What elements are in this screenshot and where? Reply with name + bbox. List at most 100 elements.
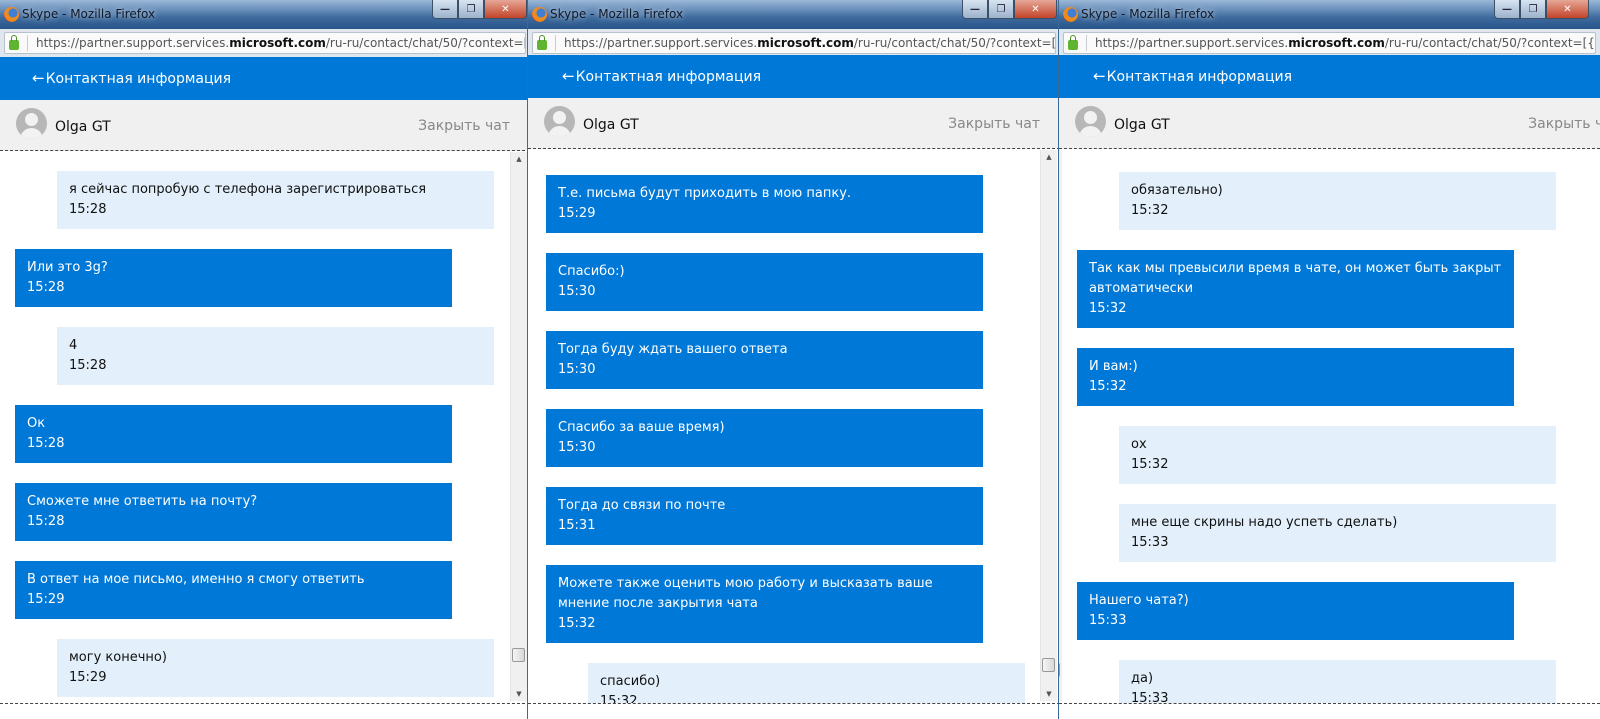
- chat-header: Olga GT Закрыть чат: [1059, 98, 1600, 149]
- message-timestamp: 15:29: [558, 206, 596, 221]
- back-label: Контактная информация: [45, 71, 232, 87]
- window-title: Skype - Mozilla Firefox: [550, 7, 684, 21]
- minimize-button[interactable]: —: [962, 0, 988, 19]
- message-timestamp: 15:28: [69, 358, 107, 373]
- minimize-button[interactable]: —: [1494, 0, 1520, 19]
- message-timestamp: 15:30: [558, 440, 596, 455]
- message-timestamp: 15:30: [558, 284, 596, 299]
- close-chat-button[interactable]: Закрыть чат: [948, 116, 1040, 132]
- close-chat-button[interactable]: Закрыть чат: [418, 118, 510, 134]
- window-controls: — ❐ ✕: [1494, 0, 1589, 19]
- url-text: https://partner.support.services.microso…: [36, 36, 525, 50]
- chat-scrollbar[interactable]: ▲ ▼: [1040, 150, 1057, 701]
- message-timestamp: 15:28: [27, 514, 65, 529]
- firefox-icon: [4, 7, 19, 22]
- scroll-up-arrow-icon[interactable]: ▲: [1041, 150, 1057, 164]
- url-suffix: /ru-ru/contact/chat/50/?context=[{"name"…: [325, 36, 525, 50]
- message-text: Так как мы превысили время в чате, он мо…: [1089, 261, 1502, 296]
- user-message: спасибо) 15:32: [588, 663, 1025, 703]
- message-timestamp: 15:28: [27, 436, 65, 451]
- title-bar[interactable]: Skype - Mozilla Firefox — ❐ ✕: [1059, 0, 1600, 29]
- agent-name: Olga GT: [583, 117, 639, 133]
- url-text: https://partner.support.services.microso…: [1095, 36, 1595, 50]
- message-timestamp: 15:32: [1089, 301, 1127, 316]
- title-bar[interactable]: Skype - Mozilla Firefox — ❐ ✕: [0, 0, 530, 29]
- minimize-button[interactable]: —: [432, 0, 458, 19]
- user-message: да) 15:33: [1119, 660, 1556, 703]
- lock-icon: [537, 34, 547, 50]
- url-separator: [555, 35, 556, 51]
- message-text: В ответ на мое письмо, именно я смогу от…: [27, 572, 365, 587]
- message-text: Сможете мне ответить на почту?: [27, 494, 258, 509]
- agent-avatar-icon: [1075, 106, 1106, 137]
- window-controls: — ❐ ✕: [962, 0, 1057, 19]
- firefox-icon: [1063, 7, 1078, 22]
- divider: [0, 703, 530, 704]
- close-window-button[interactable]: ✕: [1546, 0, 1589, 19]
- message-text: Спасибо:): [558, 264, 625, 279]
- user-message: мне еще скрины надо успеть сделать) 15:33: [1119, 504, 1556, 562]
- scroll-down-arrow-icon[interactable]: ▼: [1041, 687, 1057, 701]
- user-message: 4 15:28: [57, 327, 494, 385]
- message-text: Т.е. письма будут приходить в мою папку.: [558, 186, 852, 201]
- message-timestamp: 15:33: [1131, 691, 1169, 703]
- contact-info-header: ←Контактная информация: [0, 57, 530, 100]
- close-window-button[interactable]: ✕: [484, 0, 527, 19]
- url-text: https://partner.support.services.microso…: [564, 36, 1055, 50]
- scrollbar-thumb[interactable]: [1042, 657, 1055, 672]
- scroll-up-arrow-icon[interactable]: ▲: [1059, 150, 1062, 164]
- close-window-button[interactable]: ✕: [1014, 0, 1057, 19]
- back-to-contact-info-link[interactable]: ←Контактная информация: [1093, 67, 1292, 85]
- scroll-up-arrow-icon[interactable]: ▲: [511, 152, 527, 166]
- message-text: Тогда до связи по почте: [558, 498, 726, 513]
- message-timestamp: 15:33: [1089, 613, 1127, 628]
- user-message: ох 15:32: [1119, 426, 1556, 484]
- agent-avatar-icon: [16, 108, 47, 139]
- restore-button[interactable]: ❐: [458, 0, 484, 19]
- close-chat-button[interactable]: Закрыть чат: [1528, 116, 1600, 132]
- message-text: да): [1131, 671, 1154, 686]
- divider: [528, 703, 1060, 704]
- scroll-down-arrow-icon[interactable]: ▼: [1059, 687, 1062, 701]
- window-title: Skype - Mozilla Firefox: [22, 7, 156, 21]
- window-controls: — ❐ ✕: [432, 0, 527, 19]
- chat-header: Olga GT Закрыть чат: [528, 98, 1060, 149]
- agent-message: Так как мы превысили время в чате, он мо…: [1077, 250, 1514, 328]
- agent-message: И вам:) 15:32: [1077, 348, 1514, 406]
- message-text: могу конечно): [69, 650, 167, 665]
- url-separator: [1086, 35, 1087, 51]
- browser-window-3: Skype - Mozilla Firefox — ❐ ✕ https://pa…: [1058, 0, 1600, 719]
- message-timestamp: 15:32: [1131, 457, 1169, 472]
- agent-message: Т.е. письма будут приходить в мою папку.…: [546, 175, 983, 233]
- firefox-icon: [532, 7, 547, 22]
- contact-info-header: ←Контактная информация: [528, 55, 1060, 98]
- agent-name: Olga GT: [1114, 117, 1170, 133]
- message-timestamp: 15:32: [1089, 379, 1127, 394]
- scrollbar-thumb[interactable]: [1059, 662, 1060, 677]
- message-text: Ок: [27, 416, 46, 431]
- back-to-contact-info-link[interactable]: ←Контактная информация: [32, 69, 231, 87]
- url-input[interactable]: https://partner.support.services.microso…: [532, 32, 1056, 54]
- back-arrow-icon: ←: [562, 67, 575, 85]
- restore-button[interactable]: ❐: [1520, 0, 1546, 19]
- agent-avatar-icon: [544, 106, 575, 137]
- user-message: я сейчас попробую с телефона зарегистрир…: [57, 171, 494, 229]
- message-timestamp: 15:29: [27, 592, 65, 607]
- url-input[interactable]: https://partner.support.services.microso…: [4, 32, 526, 54]
- restore-button[interactable]: ❐: [988, 0, 1014, 19]
- chat-scrollbar[interactable]: ▲ ▼: [510, 152, 527, 701]
- url-prefix: https://partner.support.services.: [36, 36, 230, 50]
- scroll-down-arrow-icon[interactable]: ▼: [511, 687, 527, 701]
- chat-scrollbar[interactable]: ▲ ▼: [1059, 150, 1062, 701]
- url-input[interactable]: https://partner.support.services.microso…: [1063, 32, 1596, 54]
- url-domain: microsoft.com: [757, 36, 854, 50]
- scrollbar-thumb[interactable]: [512, 647, 525, 662]
- message-text: 4: [69, 338, 78, 353]
- back-to-contact-info-link[interactable]: ←Контактная информация: [562, 67, 761, 85]
- url-prefix: https://partner.support.services.: [564, 36, 758, 50]
- message-text: Нашего чата?): [1089, 593, 1189, 608]
- address-bar: https://partner.support.services.microso…: [1059, 29, 1600, 57]
- message-timestamp: 15:31: [558, 518, 596, 533]
- title-bar[interactable]: Skype - Mozilla Firefox — ❐ ✕: [528, 0, 1060, 29]
- message-timestamp: 15:29: [69, 670, 107, 685]
